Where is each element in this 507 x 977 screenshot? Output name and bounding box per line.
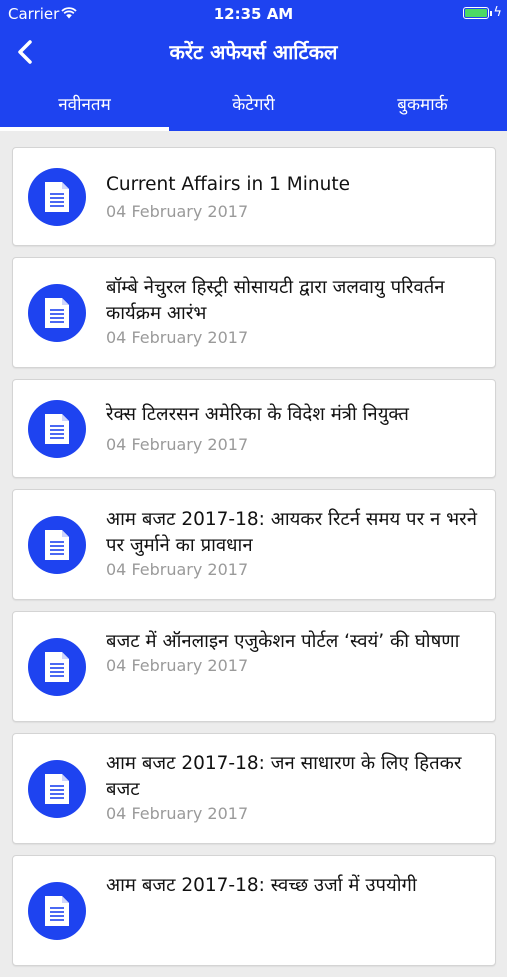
article-card[interactable]: आम बजट 2017-18: स्वच्छ उर्जा में उपयोगी (12, 855, 496, 966)
article-title: बॉम्बे नेचुरल हिस्ट्री सोसायटी द्वारा जल… (106, 277, 445, 324)
chevron-left-icon (18, 40, 32, 64)
document-icon (28, 881, 86, 940)
article-title: Current Affairs in 1 Minute (106, 174, 350, 195)
document-icon (28, 167, 86, 226)
article-date: 04 February 2017 (106, 804, 249, 823)
article-card[interactable]: आम बजट 2017-18: आयकर रिटर्न समय पर न भरन… (12, 489, 496, 600)
document-icon (28, 637, 86, 696)
document-icon (28, 515, 86, 574)
article-text: आम बजट 2017-18: आयकर रिटर्न समय पर न भरन… (106, 507, 483, 579)
article-title: आम बजट 2017-18: आयकर रिटर्न समय पर न भरन… (106, 509, 478, 556)
article-text: बजट में ऑनलाइन एजुकेशन पोर्टल ‘स्वयं’ की… (106, 629, 483, 675)
battery-level (465, 9, 487, 17)
article-text: आम बजट 2017-18: स्वच्छ उर्जा में उपयोगी (106, 873, 483, 899)
tab-bookmark[interactable]: बुकमार्क (338, 86, 507, 131)
article-card[interactable]: बजट में ऑनलाइन एजुकेशन पोर्टल ‘स्वयं’ की… (12, 611, 496, 722)
article-title: आम बजट 2017-18: जन साधारण के लिए हितकर ब… (106, 753, 462, 800)
article-date: 04 February 2017 (106, 435, 249, 454)
article-list: Current Affairs in 1 Minute 04 February … (12, 147, 496, 977)
battery-nub (490, 11, 492, 16)
article-date: 04 February 2017 (106, 328, 249, 347)
article-text: बॉम्बे नेचुरल हिस्ट्री सोसायटी द्वारा जल… (106, 275, 483, 347)
status-bar: Carrier 12:35 AM ϟ (0, 0, 507, 28)
article-date: 04 February 2017 (106, 656, 249, 675)
article-text: Current Affairs in 1 Minute 04 February … (106, 172, 483, 221)
app-header: Carrier 12:35 AM ϟ करेंट अफेयर्स आर्टिकल… (0, 0, 507, 131)
article-text: रेक्स टिलरसन अमेरिका के विदेश मंत्री निय… (106, 402, 483, 454)
page-title: करेंट अफेयर्स आर्टिकल (169, 40, 338, 64)
article-card[interactable]: आम बजट 2017-18: जन साधारण के लिए हितकर ब… (12, 733, 496, 844)
article-card[interactable]: बॉम्बे नेचुरल हिस्ट्री सोसायटी द्वारा जल… (12, 257, 496, 368)
article-text: आम बजट 2017-18: जन साधारण के लिए हितकर ब… (106, 751, 483, 823)
status-time: 12:35 AM (213, 5, 294, 23)
navigation-bar: करेंट अफेयर्स आर्टिकल (0, 28, 507, 76)
article-title: आम बजट 2017-18: स्वच्छ उर्जा में उपयोगी (106, 875, 417, 896)
article-card[interactable]: रेक्स टिलरसन अमेरिका के विदेश मंत्री निय… (12, 379, 496, 478)
article-date: 04 February 2017 (106, 202, 249, 221)
article-date: 04 February 2017 (106, 560, 249, 579)
article-card[interactable]: Current Affairs in 1 Minute 04 February … (12, 147, 496, 246)
tab-category[interactable]: केटेगरी (169, 86, 338, 131)
back-button[interactable] (12, 36, 42, 68)
battery-icon (463, 7, 489, 19)
tab-latest[interactable]: नवीनतम (0, 86, 169, 131)
charging-bolt-icon: ϟ (493, 5, 502, 20)
document-icon (28, 759, 86, 818)
tab-bar: नवीनतम केटेगरी बुकमार्क (0, 86, 507, 131)
article-title: बजट में ऑनलाइन एजुकेशन पोर्टल ‘स्वयं’ की… (106, 631, 460, 652)
document-icon (28, 283, 86, 342)
document-icon (28, 399, 86, 458)
article-title: रेक्स टिलरसन अमेरिका के विदेश मंत्री निय… (106, 404, 409, 425)
